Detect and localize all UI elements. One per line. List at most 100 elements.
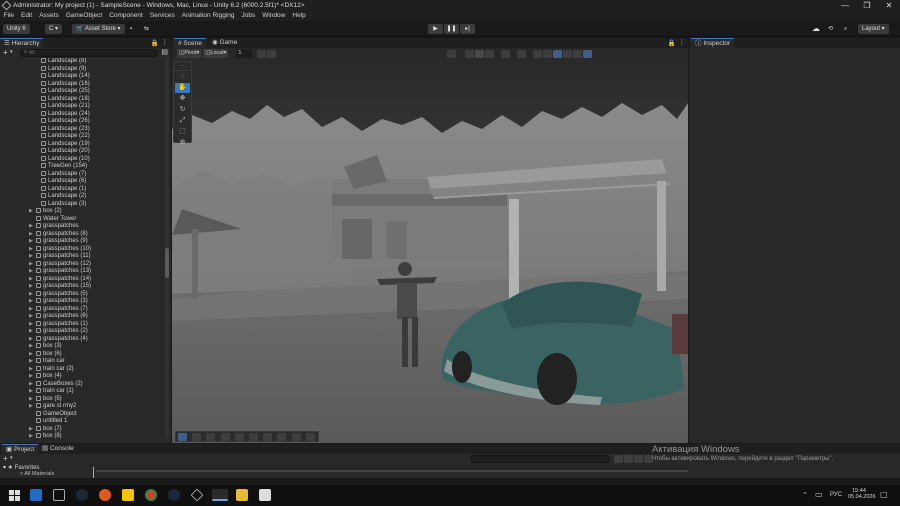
lighting-icon[interactable]: [533, 49, 542, 58]
asset-store-button[interactable]: 🛒 Asset Store ▾: [72, 24, 125, 34]
lock-icon[interactable]: 🔒: [151, 39, 159, 47]
explorer-icon[interactable]: [30, 489, 42, 501]
hierarchy-item[interactable]: ▶ box (3): [0, 343, 171, 351]
transform-tool-icon[interactable]: ⊕: [175, 138, 190, 148]
hierarchy-item[interactable]: ▶ gare st rmy2: [0, 403, 171, 411]
unity-editor-icon[interactable]: [212, 489, 228, 501]
all-materials-item[interactable]: ⌕ All Materials: [20, 471, 54, 478]
expand-arrow-icon[interactable]: ▶: [29, 373, 33, 381]
expand-arrow-icon[interactable]: ▶: [29, 246, 33, 254]
tab-scene[interactable]: # Scene: [174, 38, 206, 48]
overlay-paint-icon[interactable]: [206, 432, 216, 441]
hierarchy-item[interactable]: Landscape (22): [0, 133, 171, 141]
overlay-brush-icon[interactable]: [220, 432, 230, 441]
language-indicator[interactable]: РУС: [830, 492, 842, 498]
grid-icon[interactable]: [257, 49, 267, 58]
minimize-button[interactable]: —: [834, 0, 856, 11]
chevron-down-icon[interactable]: ▾: [10, 48, 13, 57]
hierarchy-item[interactable]: Landscape (16): [0, 80, 171, 89]
steam-icon[interactable]: [76, 489, 88, 501]
hierarchy-item[interactable]: untitled 1: [0, 418, 171, 426]
hierarchy-item[interactable]: ▶ grasspatches (5): [0, 290, 171, 299]
cloud-button[interactable]: C ▾: [45, 24, 63, 34]
hierarchy-item[interactable]: ▶ box (4): [0, 373, 171, 381]
expand-arrow-icon[interactable]: ▶: [29, 433, 33, 441]
hierarchy-item[interactable]: GameObject: [0, 410, 171, 419]
expand-arrow-icon[interactable]: ▶: [29, 328, 33, 336]
steam-2-icon[interactable]: [168, 489, 180, 501]
hierarchy-item[interactable]: Landscape (25): [0, 88, 171, 96]
hierarchy-item[interactable]: Landscape (1): [0, 185, 171, 194]
hierarchy-item[interactable]: Landscape (6): [0, 178, 171, 186]
menu-animation-rigging[interactable]: Animation Rigging: [178, 11, 238, 21]
overlay-snap-icon[interactable]: [277, 432, 287, 441]
chevron-down-icon[interactable]: ▾: [10, 454, 13, 463]
cloud-icon[interactable]: ☁: [808, 24, 824, 34]
account-button[interactable]: Unity 6: [3, 24, 30, 34]
notification-icon[interactable]: ▢: [880, 490, 888, 499]
app-2-icon[interactable]: [122, 489, 134, 501]
terminal-icon[interactable]: [53, 489, 65, 501]
play-button[interactable]: ▶: [428, 24, 443, 34]
tab-game[interactable]: ◉ Game: [208, 38, 242, 48]
hierarchy-item[interactable]: ▶ grasspatches (14): [0, 275, 171, 284]
menu-services[interactable]: Services: [146, 11, 178, 21]
filter-label-icon[interactable]: [624, 455, 633, 463]
hierarchy-item[interactable]: ▶ grasspatches (6): [0, 313, 171, 321]
folder-icon[interactable]: [236, 489, 248, 501]
hierarchy-item[interactable]: Landscape (7): [0, 170, 171, 179]
expand-arrow-icon[interactable]: ▶: [29, 306, 33, 314]
expand-arrow-icon[interactable]: ▶: [29, 231, 33, 239]
overlay-tree-icon[interactable]: [249, 432, 259, 441]
gizmo-icon[interactable]: [447, 49, 456, 58]
menu-gameobject[interactable]: GameObject: [62, 11, 106, 21]
expand-arrow-icon[interactable]: ▶: [29, 291, 33, 299]
menu-jobs[interactable]: Jobs: [238, 11, 259, 21]
menu-edit[interactable]: Edit: [17, 11, 35, 21]
shading-unlit-icon[interactable]: [485, 49, 494, 58]
expand-arrow-icon[interactable]: ▶: [29, 313, 33, 321]
shading-wire-icon[interactable]: [465, 49, 474, 58]
hierarchy-item[interactable]: ▶ grasspatches (4): [0, 335, 171, 344]
hierarchy-item[interactable]: ▶ box (2): [0, 208, 171, 216]
hierarchy-item[interactable]: Landscape (9): [0, 65, 171, 74]
hierarchy-item[interactable]: ▶ box (5): [0, 395, 171, 404]
hierarchy-item[interactable]: Landscape (20): [0, 148, 171, 156]
hierarchy-search-input[interactable]: [20, 49, 158, 57]
overlay-zoom-icon[interactable]: [263, 432, 273, 441]
scrollbar-thumb[interactable]: [165, 248, 169, 278]
hierarchy-item[interactable]: ▶ grasspatches (13): [0, 268, 171, 276]
expand-arrow-icon[interactable]: ▶: [29, 426, 33, 434]
local-dropdown[interactable]: ◫Local▾: [203, 49, 229, 58]
expand-arrow-icon[interactable]: ▶: [29, 268, 33, 276]
expand-arrow-icon[interactable]: ▶: [29, 253, 33, 261]
hierarchy-item[interactable]: Landscape (14): [0, 73, 171, 81]
close-button[interactable]: ✕: [878, 0, 900, 11]
hierarchy-item[interactable]: Landscape (21): [0, 103, 171, 111]
tab-project[interactable]: ▣ Project: [2, 444, 39, 454]
hierarchy-item[interactable]: ▶ grasspatches: [0, 223, 171, 231]
tab-console[interactable]: ▤ Console: [38, 444, 78, 454]
expand-arrow-icon[interactable]: ▶: [29, 396, 33, 404]
layout-dropdown[interactable]: Layout ▾: [858, 24, 889, 34]
visibility-icon[interactable]: [563, 49, 572, 58]
hierarchy-item[interactable]: ▶ CaseBoxes (2): [0, 380, 171, 389]
more-icon[interactable]: ⋮: [162, 38, 169, 46]
menu-assets[interactable]: Assets: [36, 11, 63, 21]
menu-component[interactable]: Component: [106, 11, 147, 21]
expand-arrow-icon[interactable]: ▶: [29, 298, 33, 306]
camera-icon[interactable]: [573, 49, 582, 58]
gizmos-icon[interactable]: [583, 49, 592, 58]
project-scrollbar[interactable]: [96, 470, 688, 472]
hierarchy-item[interactable]: ▶ train car: [0, 358, 171, 366]
history-icon[interactable]: ⟲: [824, 24, 837, 34]
expand-arrow-icon[interactable]: ▶: [29, 336, 33, 344]
expand-arrow-icon[interactable]: ▶: [29, 321, 33, 329]
hierarchy-item[interactable]: ▶ grasspatches (2): [0, 328, 171, 336]
expand-arrow-icon[interactable]: ▶: [29, 388, 33, 396]
audio-icon[interactable]: [543, 49, 552, 58]
tab-hierarchy[interactable]: ☰ Hierarchy: [0, 38, 44, 48]
menu-window[interactable]: Window: [259, 11, 289, 21]
hierarchy-item[interactable]: Landscape (10): [0, 155, 171, 164]
snap-icon[interactable]: [267, 49, 277, 58]
